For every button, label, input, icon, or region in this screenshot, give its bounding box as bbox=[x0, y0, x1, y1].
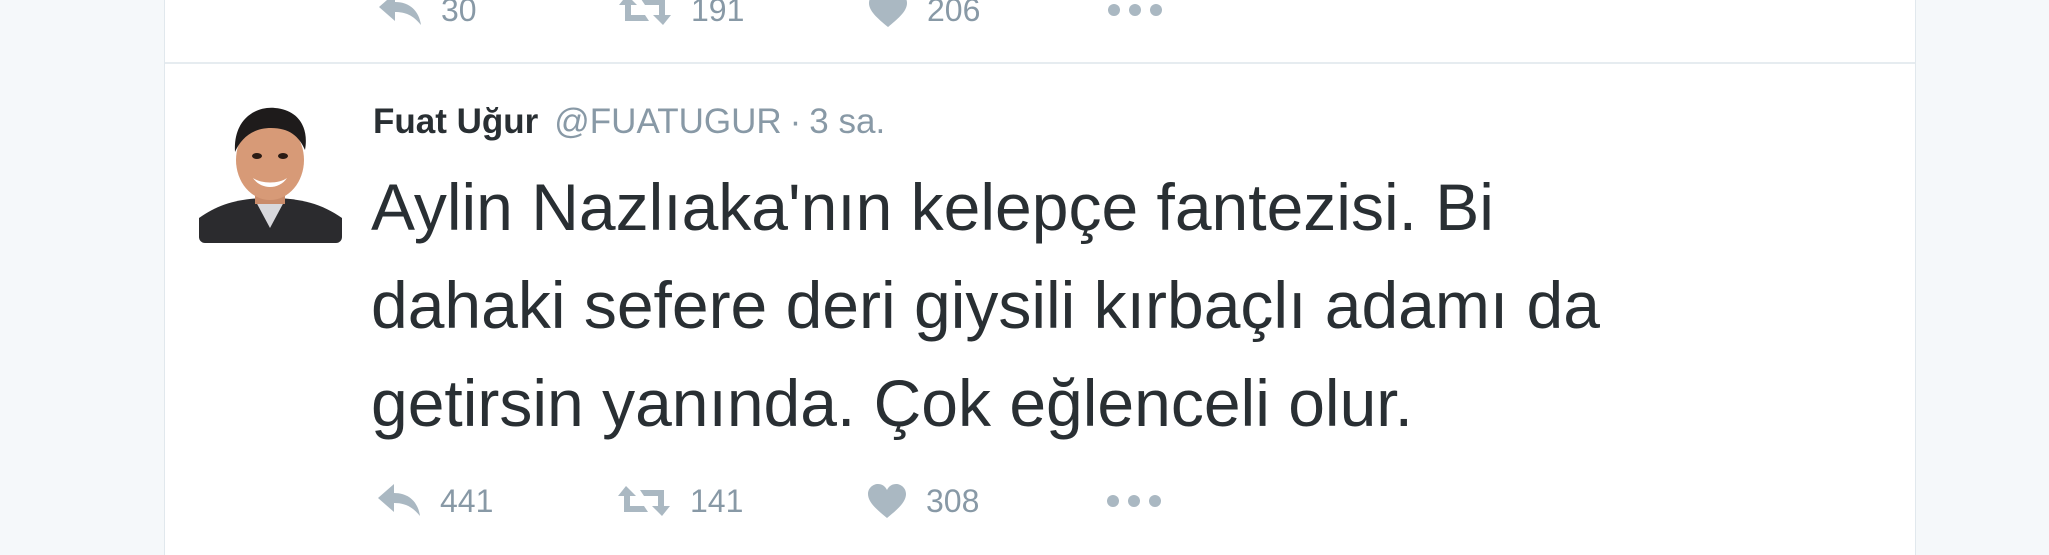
retweet-icon bbox=[617, 0, 673, 29]
retweet-count: 141 bbox=[690, 482, 744, 519]
tweet-header: Fuat Uğur @FUATUGUR · 3 sa. bbox=[373, 102, 885, 146]
more-icon bbox=[1107, 3, 1163, 17]
tweet-text-line: getirsin yanında. Çok eğlenceli olur. bbox=[371, 366, 1413, 440]
more-button[interactable] bbox=[1107, 0, 1163, 32]
tweet-text-line: Aylin Nazlıaka'nın kelepçe fantezisi. Bi bbox=[371, 170, 1494, 244]
tweet-timestamp[interactable]: 3 sa. bbox=[809, 102, 885, 142]
reply-button[interactable]: 441 bbox=[376, 479, 493, 523]
heart-icon bbox=[867, 0, 909, 29]
retweet-button[interactable]: 191 bbox=[617, 0, 744, 32]
reply-icon bbox=[377, 0, 423, 29]
like-button[interactable]: 308 bbox=[866, 479, 979, 523]
author-name[interactable]: Fuat Uğur bbox=[373, 102, 538, 142]
tweet-divider bbox=[165, 62, 1915, 64]
like-count: 308 bbox=[926, 482, 980, 519]
more-button[interactable] bbox=[1106, 479, 1162, 523]
reply-button[interactable]: 30 bbox=[377, 0, 477, 32]
like-count: 206 bbox=[927, 0, 981, 28]
reply-count: 30 bbox=[441, 0, 477, 28]
retweet-count: 191 bbox=[691, 0, 745, 28]
header-separator: · bbox=[789, 102, 802, 141]
more-icon bbox=[1106, 494, 1162, 508]
like-button[interactable]: 206 bbox=[867, 0, 980, 32]
reply-icon bbox=[376, 482, 422, 520]
reply-count: 441 bbox=[440, 482, 494, 519]
retweet-button[interactable]: 141 bbox=[616, 479, 743, 523]
author-handle[interactable]: @FUATUGUR bbox=[554, 102, 781, 142]
avatar[interactable] bbox=[199, 100, 342, 243]
tweet-text: Aylin Nazlıaka'nın kelepçe fantezisi. Bi… bbox=[371, 158, 1901, 452]
retweet-icon bbox=[616, 482, 672, 520]
heart-icon bbox=[866, 482, 908, 520]
tweet-text-line: dahaki sefere deri giysili kırbaçlı adam… bbox=[371, 268, 1600, 342]
